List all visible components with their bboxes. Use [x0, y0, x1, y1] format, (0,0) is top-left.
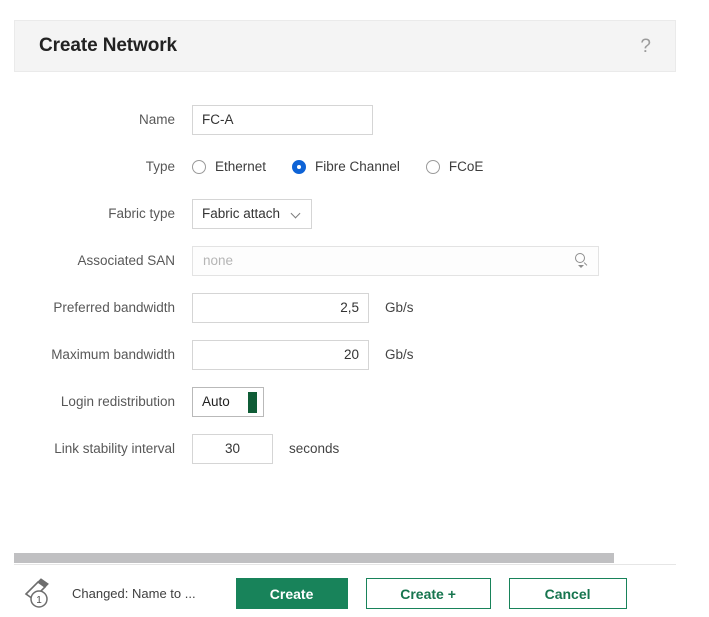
pencil-edit-icon-svg: 1 — [20, 577, 58, 611]
radio-label-fibre-channel: Fibre Channel — [315, 159, 400, 174]
search-icon[interactable] — [574, 252, 590, 270]
login-redistribution-indicator — [248, 392, 257, 413]
horizontal-scrollbar-thumb[interactable] — [14, 553, 614, 563]
radio-label-ethernet: Ethernet — [215, 159, 266, 174]
chevron-down-icon — [292, 209, 301, 218]
maximum-bandwidth-unit: Gb/s — [385, 347, 414, 362]
fabric-type-value: Fabric attach — [202, 206, 280, 221]
radio-icon-fcoe — [426, 160, 440, 174]
associated-san-label: Associated SAN — [0, 253, 175, 268]
associated-san-field-area: none — [192, 246, 599, 276]
name-label: Name — [0, 112, 175, 127]
link-stability-interval-unit: seconds — [289, 441, 339, 456]
preferred-bandwidth-field-area: Gb/s — [192, 293, 414, 323]
form-row-type: Type Ethernet Fibre Channel FCoE — [0, 143, 709, 190]
radio-label-fcoe: FCoE — [449, 159, 484, 174]
horizontal-scrollbar[interactable] — [14, 553, 676, 565]
create-button[interactable]: Create — [236, 578, 348, 609]
pencil-edit-icon[interactable]: 1 — [20, 577, 58, 611]
create-plus-button[interactable]: Create + — [366, 578, 491, 609]
type-label: Type — [0, 159, 175, 174]
link-stability-interval-label: Link stability interval — [0, 441, 175, 456]
radio-option-ethernet[interactable]: Ethernet — [192, 159, 266, 174]
radio-icon-ethernet — [192, 160, 206, 174]
name-input[interactable] — [192, 105, 373, 135]
fabric-type-field-area: Fabric attach — [192, 199, 312, 229]
form-row-name: Name — [0, 96, 709, 143]
radio-icon-fibre-channel — [292, 160, 306, 174]
fabric-type-select[interactable]: Fabric attach — [192, 199, 312, 229]
login-redistribution-field-area: Auto — [192, 387, 264, 417]
form-row-maximum-bandwidth: Maximum bandwidth Gb/s — [0, 331, 709, 378]
form-row-fabric-type: Fabric type Fabric attach — [0, 190, 709, 237]
radio-option-fibre-channel[interactable]: Fibre Channel — [292, 159, 400, 174]
name-field-area — [192, 105, 373, 135]
dialog-footer: 1 Changed: Name to ... Create Create + C… — [0, 570, 709, 617]
associated-san-placeholder: none — [203, 253, 574, 268]
type-field-area: Ethernet Fibre Channel FCoE — [192, 159, 509, 174]
help-icon[interactable]: ? — [640, 37, 651, 56]
form-row-link-stability-interval: Link stability interval seconds — [0, 425, 709, 472]
link-stability-interval-field-area: seconds — [192, 434, 339, 464]
login-redistribution-value: Auto — [202, 394, 230, 409]
type-radio-group: Ethernet Fibre Channel FCoE — [192, 159, 509, 174]
preferred-bandwidth-unit: Gb/s — [385, 300, 414, 315]
maximum-bandwidth-field-area: Gb/s — [192, 340, 414, 370]
dialog-header: Create Network ? — [14, 20, 676, 72]
change-status-text: Changed: Name to ... — [72, 586, 196, 601]
change-count-badge: 1 — [36, 595, 42, 606]
link-stability-interval-input[interactable] — [192, 434, 273, 464]
maximum-bandwidth-label: Maximum bandwidth — [0, 347, 175, 362]
form-row-associated-san: Associated SAN none — [0, 237, 709, 284]
search-icon-handle — [584, 262, 588, 266]
preferred-bandwidth-label: Preferred bandwidth — [0, 300, 175, 315]
search-icon-caret — [578, 265, 584, 268]
associated-san-input[interactable]: none — [192, 246, 599, 276]
form-row-login-redistribution: Login redistribution Auto — [0, 378, 709, 425]
login-redistribution-select[interactable]: Auto — [192, 387, 264, 417]
search-icon-lens — [575, 253, 585, 263]
preferred-bandwidth-input[interactable] — [192, 293, 369, 323]
fabric-type-label: Fabric type — [0, 206, 175, 221]
form-row-preferred-bandwidth: Preferred bandwidth Gb/s — [0, 284, 709, 331]
cancel-button[interactable]: Cancel — [509, 578, 627, 609]
login-redistribution-label: Login redistribution — [0, 394, 175, 409]
page-title: Create Network — [39, 35, 177, 57]
create-network-form: Name Type Ethernet Fibre Channel FCoE — [0, 96, 709, 472]
radio-option-fcoe[interactable]: FCoE — [426, 159, 484, 174]
maximum-bandwidth-input[interactable] — [192, 340, 369, 370]
